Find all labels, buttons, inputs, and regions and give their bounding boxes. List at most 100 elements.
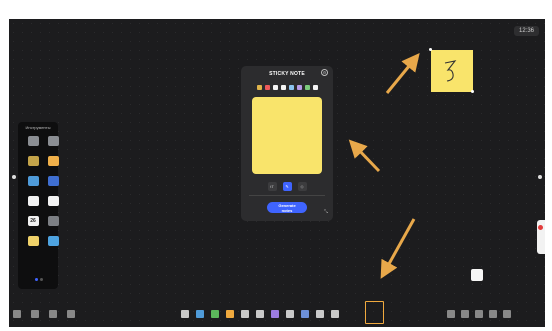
tool-tile[interactable] — [45, 236, 61, 252]
generate-notes-button[interactable]: Generate notes — [267, 201, 307, 213]
right-side-tab[interactable] — [537, 220, 545, 254]
toolbar-right-button[interactable] — [461, 310, 469, 319]
tool-tile[interactable] — [25, 236, 41, 252]
text-tool-button[interactable]: tT — [267, 182, 277, 191]
toolbar-right-icon — [447, 310, 455, 318]
tool-tile[interactable] — [45, 136, 61, 152]
tool-tile-icon — [47, 176, 59, 186]
tool-tile[interactable] — [45, 176, 61, 192]
toolbar-left-icon — [49, 310, 57, 318]
tool-tile[interactable] — [25, 136, 41, 152]
timer-icon — [47, 216, 59, 226]
toolbar-right-button[interactable] — [489, 310, 497, 319]
tool-tile-icon — [47, 156, 59, 166]
calendar-icon: 26 — [27, 216, 39, 226]
panel-divider — [249, 195, 325, 196]
color-swatch[interactable] — [288, 85, 294, 90]
eraser-tool-button[interactable]: ◇ — [297, 182, 307, 191]
whiteboard-canvas[interactable]: 12:36 Инструменты 26 STICKY NOTE ⚙ tT ✎ … — [9, 19, 545, 327]
pager-dot[interactable] — [40, 278, 43, 281]
toolbar-right-button[interactable] — [475, 310, 483, 319]
tool-tile[interactable] — [45, 216, 61, 232]
toolbar-tool-button[interactable] — [196, 310, 204, 319]
toolbar-left-button[interactable] — [31, 310, 39, 319]
tool-tile-icon — [27, 136, 39, 146]
expand-icon[interactable]: ⤡ — [324, 209, 328, 215]
arrow-to-canvas-note — [385, 53, 420, 94]
toolbar-tool-button[interactable] — [181, 310, 189, 319]
right-edge-handle[interactable] — [538, 175, 542, 179]
toolbar-tool-icon — [331, 310, 339, 318]
color-swatch[interactable] — [280, 85, 286, 90]
tool-tile[interactable] — [25, 176, 41, 192]
toolbar-right-icon — [489, 310, 497, 318]
tool-tile-icon — [27, 196, 39, 206]
toolbar-left-button[interactable] — [49, 310, 57, 319]
tool-tile[interactable] — [25, 196, 41, 212]
color-swatch[interactable] — [312, 85, 318, 90]
toolbar-tool-button[interactable] — [256, 310, 264, 319]
toolbar-tool-icon — [256, 310, 264, 318]
toolbar-tool-icon — [301, 310, 309, 318]
toolbar-tool-icon — [226, 310, 234, 318]
toolbar-tool-icon — [271, 310, 279, 318]
sticky-note-tools: tT ✎ ◇ — [241, 182, 333, 191]
record-indicator-icon — [538, 225, 543, 230]
arrow-to-toolbar-button — [380, 218, 416, 279]
toolbar-tool-button[interactable] — [241, 310, 249, 319]
toolbar-left-icon — [67, 310, 75, 318]
tool-tile-icon — [47, 196, 59, 206]
toolbar-right-icon — [475, 310, 483, 318]
tool-tile-icon — [27, 236, 39, 246]
resize-handle-bottom-right[interactable] — [471, 90, 474, 93]
color-swatch[interactable] — [304, 85, 310, 90]
toolbar-right-icon — [503, 310, 511, 318]
toolbar-tool-button[interactable] — [316, 310, 324, 319]
toolbar-left-button[interactable] — [13, 310, 21, 319]
toolbar-right-button[interactable] — [503, 310, 511, 319]
sticky-note-panel: STICKY NOTE ⚙ tT ✎ ◇ Generate notes ⤡ — [241, 66, 333, 221]
toolbar-right-icon — [461, 310, 469, 318]
color-swatch[interactable] — [264, 85, 270, 90]
tools-grid: 26 — [25, 136, 61, 252]
toolbar-tool-icon — [241, 310, 249, 318]
color-swatch[interactable] — [296, 85, 302, 90]
color-swatch[interactable] — [272, 85, 278, 90]
tools-pager[interactable] — [34, 268, 44, 286]
tool-tile[interactable] — [25, 156, 41, 172]
sticky-note-preview[interactable] — [252, 97, 322, 174]
toolbar-tool-button[interactable] — [271, 310, 279, 319]
clock: 12:36 — [513, 26, 539, 36]
toolbar-left-button[interactable] — [67, 310, 75, 319]
tools-panel: Инструменты 26 — [18, 122, 61, 289]
handwriting-scribble — [444, 60, 457, 82]
toolbar-left-icon — [31, 310, 39, 318]
toolbar-tool-icon — [286, 310, 294, 318]
tool-tile[interactable] — [45, 156, 61, 172]
tool-tile-icon — [47, 236, 59, 246]
tool-tile[interactable]: 26 — [25, 216, 41, 232]
toolbar-tool-button[interactable] — [301, 310, 309, 319]
resize-handle-top-left[interactable] — [429, 48, 432, 51]
tool-tile-icon — [27, 156, 39, 166]
toolbar-tool-button[interactable] — [211, 310, 219, 319]
toolbar-tool-icon — [181, 310, 189, 318]
tool-tile[interactable] — [45, 196, 61, 212]
pen-tool-button[interactable]: ✎ — [282, 182, 292, 191]
toolbar-tool-button[interactable] — [286, 310, 294, 319]
toolbar-tool-icon — [196, 310, 204, 318]
pager-dot-active[interactable] — [35, 278, 38, 281]
tool-tile-icon — [47, 136, 59, 146]
toolbar-tool-button[interactable] — [331, 310, 339, 319]
toolbar-right-button[interactable] — [447, 310, 455, 319]
toolbar-tool-button[interactable] — [226, 310, 234, 319]
arrow-to-sticky-panel — [348, 139, 381, 173]
toolbar-tool-icon — [211, 310, 219, 318]
toolbar-left-icon — [13, 310, 21, 318]
color-swatch[interactable] — [256, 85, 262, 90]
color-swatches — [241, 85, 333, 90]
settings-icon[interactable]: ⚙ — [321, 69, 328, 76]
left-edge-handle[interactable] — [12, 175, 16, 179]
floating-white-button[interactable] — [471, 269, 483, 281]
sticky-note-on-canvas[interactable] — [431, 50, 473, 92]
